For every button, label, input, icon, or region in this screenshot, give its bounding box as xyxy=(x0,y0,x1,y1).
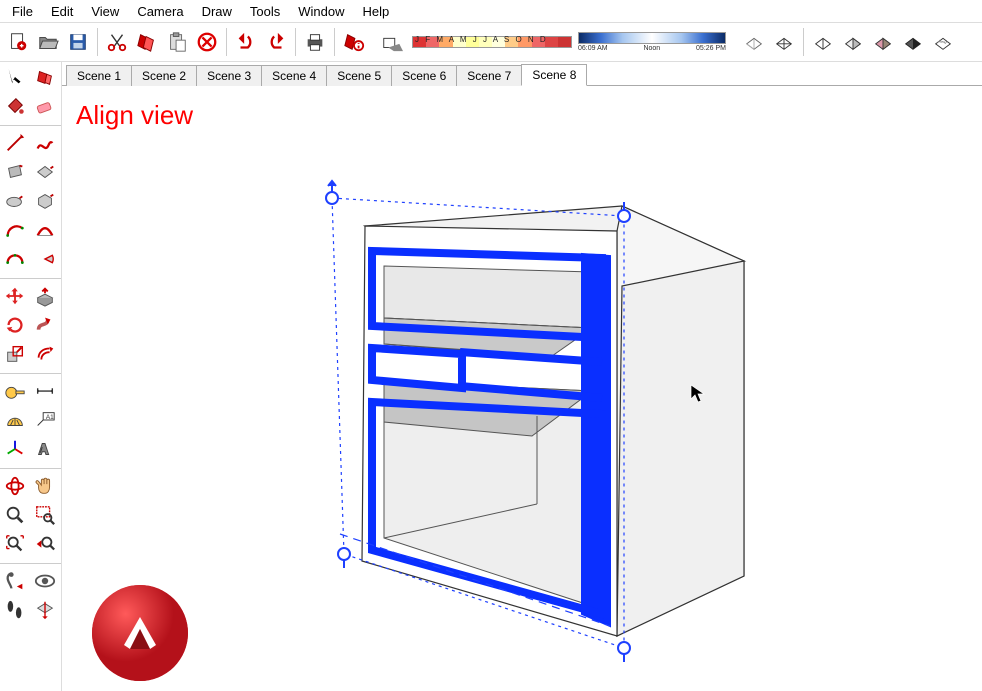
monochrome-style-button[interactable] xyxy=(899,28,927,56)
menu-help[interactable]: Help xyxy=(355,2,398,21)
face-style-group xyxy=(740,28,957,56)
undo-button[interactable] xyxy=(232,28,260,56)
menu-edit[interactable]: Edit xyxy=(43,2,81,21)
scene-tabs: Scene 1 Scene 2 Scene 3 Scene 4 Scene 5 … xyxy=(62,62,982,86)
scale-tool[interactable] xyxy=(0,339,30,368)
make-component-tool[interactable] xyxy=(30,62,60,91)
time-labels: 06:09 AM Noon 05:26 PM xyxy=(578,45,726,52)
cut-button[interactable] xyxy=(103,28,131,56)
print-button[interactable] xyxy=(301,28,329,56)
scene-tab-8[interactable]: Scene 8 xyxy=(521,64,587,86)
eraser-tool[interactable] xyxy=(30,91,60,120)
app-logo-icon xyxy=(90,583,190,683)
pan-tool[interactable] xyxy=(30,471,60,500)
pie-tool[interactable] xyxy=(30,244,60,273)
shaded-style-button[interactable] xyxy=(839,28,867,56)
new-file-button[interactable] xyxy=(4,28,32,56)
paint-bucket-tool[interactable] xyxy=(0,91,30,120)
menu-tools[interactable]: Tools xyxy=(242,2,288,21)
model-rendering xyxy=(62,86,982,691)
select-tool[interactable] xyxy=(0,62,30,91)
rotate-tool[interactable] xyxy=(0,310,30,339)
zoom-window-tool[interactable] xyxy=(30,500,60,529)
open-file-button[interactable] xyxy=(34,28,62,56)
polygon-tool[interactable] xyxy=(30,186,60,215)
top-toolbar: J F M A M J J A S O N D 06:09 AM Noon 05… xyxy=(0,22,982,62)
delete-button[interactable] xyxy=(193,28,221,56)
two-point-arc-tool[interactable] xyxy=(30,215,60,244)
tape-measure-tool[interactable] xyxy=(0,376,30,405)
position-camera-tool[interactable] xyxy=(0,566,30,595)
scene-tab-5[interactable]: Scene 5 xyxy=(326,65,392,86)
menu-bar: File Edit View Camera Draw Tools Window … xyxy=(0,0,982,22)
menu-camera[interactable]: Camera xyxy=(129,2,191,21)
shadow-settings-strip: J F M A M J J A S O N D 06:09 AM Noon 05… xyxy=(378,28,726,56)
move-tool[interactable] xyxy=(0,281,30,310)
orbit-tool[interactable] xyxy=(0,471,30,500)
model-info-button[interactable] xyxy=(340,28,368,56)
menu-draw[interactable]: Draw xyxy=(194,2,240,21)
scene-tab-3[interactable]: Scene 3 xyxy=(196,65,262,86)
line-tool[interactable] xyxy=(0,128,30,157)
scene-tab-2[interactable]: Scene 2 xyxy=(131,65,197,86)
protractor-tool[interactable] xyxy=(0,405,30,434)
circle-tool[interactable] xyxy=(0,186,30,215)
shadow-toggle-button[interactable] xyxy=(378,28,406,56)
month-slider[interactable] xyxy=(412,36,572,48)
scene-tab-1[interactable]: Scene 1 xyxy=(66,65,132,86)
rectangle-tool[interactable] xyxy=(0,157,30,186)
scene-tab-6[interactable]: Scene 6 xyxy=(391,65,457,86)
left-toolbox: A1 xyxy=(0,62,62,691)
zoom-extents-tool[interactable] xyxy=(0,529,30,558)
svg-text:A1: A1 xyxy=(46,414,54,421)
dimension-tool[interactable] xyxy=(30,376,60,405)
xray-style-button[interactable] xyxy=(740,28,768,56)
menu-file[interactable]: File xyxy=(4,2,41,21)
section-plane-tool[interactable] xyxy=(30,595,60,624)
text-tool[interactable]: A1 xyxy=(30,405,60,434)
copy-button[interactable] xyxy=(133,28,161,56)
paste-button[interactable] xyxy=(163,28,191,56)
offset-tool[interactable] xyxy=(30,339,60,368)
rotated-rectangle-tool[interactable] xyxy=(30,157,60,186)
freehand-tool[interactable] xyxy=(30,128,60,157)
shaded-texture-style-button[interactable] xyxy=(869,28,897,56)
wireframe-style-button[interactable] xyxy=(770,28,798,56)
redo-button[interactable] xyxy=(262,28,290,56)
back-edges-style-button[interactable] xyxy=(929,28,957,56)
menu-view[interactable]: View xyxy=(83,2,127,21)
arc-tool[interactable] xyxy=(0,215,30,244)
zoom-tool[interactable] xyxy=(0,500,30,529)
push-pull-tool[interactable] xyxy=(30,281,60,310)
viewport-3d[interactable]: Align view xyxy=(62,86,982,691)
cursor-indicator xyxy=(690,384,706,404)
axes-tool[interactable] xyxy=(0,434,30,463)
follow-me-tool[interactable] xyxy=(30,310,60,339)
3d-text-tool[interactable] xyxy=(30,434,60,463)
menu-window[interactable]: Window xyxy=(290,2,352,21)
three-point-arc-tool[interactable] xyxy=(0,244,30,273)
canvas-area: Scene 1 Scene 2 Scene 3 Scene 4 Scene 5 … xyxy=(62,62,982,691)
time-slider[interactable] xyxy=(578,32,726,44)
previous-view-tool[interactable] xyxy=(30,529,60,558)
walk-tool[interactable] xyxy=(0,595,30,624)
scene-tab-4[interactable]: Scene 4 xyxy=(261,65,327,86)
save-file-button[interactable] xyxy=(64,28,92,56)
hidden-line-style-button[interactable] xyxy=(809,28,837,56)
scene-tab-7[interactable]: Scene 7 xyxy=(456,65,522,86)
look-around-tool[interactable] xyxy=(30,566,60,595)
